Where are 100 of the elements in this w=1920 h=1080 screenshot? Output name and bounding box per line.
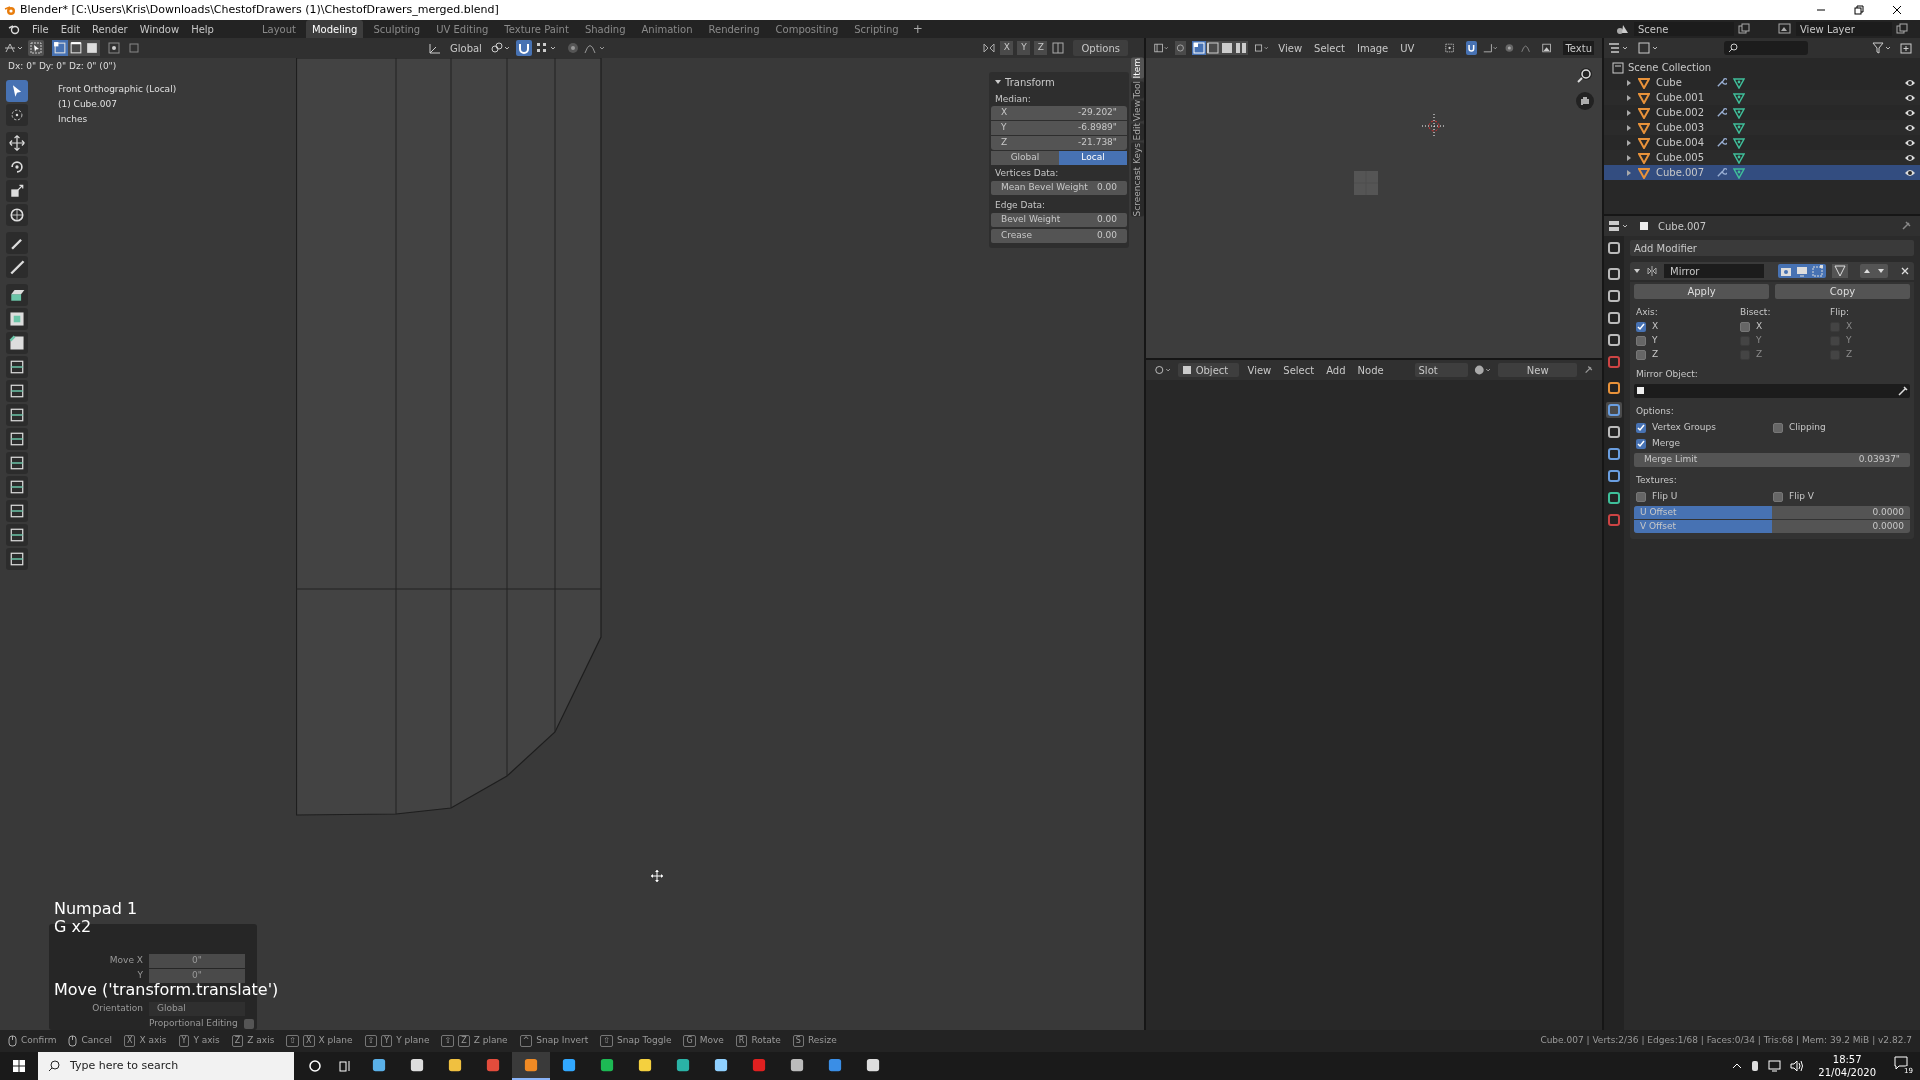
link-icon[interactable]	[489, 42, 512, 54]
copy-icon[interactable]	[1896, 23, 1908, 35]
sidebar-tab[interactable]: Edit	[1130, 123, 1144, 141]
select-tool-icon[interactable]	[28, 40, 44, 56]
expand-arrow-icon[interactable]	[1626, 169, 1632, 176]
collapse-arrow-icon[interactable]	[995, 79, 1001, 85]
menu-item[interactable]: Node	[1354, 362, 1387, 378]
menu-item[interactable]: Render	[88, 21, 132, 37]
checkbox[interactable]	[1636, 349, 1646, 360]
mesh-data-icon[interactable]	[1733, 121, 1745, 134]
modifier-visibility-icon[interactable]	[1794, 264, 1810, 278]
extrude-tool-icon[interactable]	[6, 284, 28, 306]
options-dropdown[interactable]: Options	[1073, 40, 1128, 56]
workspace-tab[interactable]: Rendering	[702, 20, 766, 38]
app-icon[interactable]	[512, 1052, 550, 1080]
view-layer-field[interactable]: View Layer	[1796, 22, 1892, 36]
uv-select-mode-icon[interactable]	[1192, 41, 1207, 55]
uv-select-mode-icon[interactable]	[1220, 41, 1235, 55]
cursor-tool-icon[interactable]	[6, 104, 28, 126]
workspace-tab[interactable]: Sculpting	[367, 20, 427, 38]
checkbox[interactable]	[1773, 491, 1783, 502]
checkbox[interactable]	[1636, 422, 1646, 433]
checkbox[interactable]	[243, 1019, 254, 1029]
menu-item[interactable]: Image	[1353, 40, 1392, 56]
outliner-row[interactable]: Cube.007	[1604, 165, 1920, 180]
add-modifier-dropdown[interactable]: Add Modifier	[1630, 240, 1914, 256]
object-field[interactable]	[1634, 384, 1910, 398]
checkbox[interactable]	[1636, 321, 1646, 332]
menu-item[interactable]: View	[1244, 362, 1275, 378]
image-editor-icon[interactable]	[1154, 42, 1170, 54]
display-mode-icon[interactable]	[1638, 42, 1660, 54]
snap-icon[interactable]	[1482, 42, 1499, 54]
slot-dropdown[interactable]: Slot	[1414, 363, 1469, 377]
volume-icon[interactable]	[1790, 1060, 1805, 1072]
search-field[interactable]	[1724, 41, 1808, 55]
view-layer-icon[interactable]	[1778, 23, 1792, 35]
menu-item[interactable]: UV	[1397, 40, 1418, 56]
eyedropper-icon[interactable]	[1898, 386, 1908, 396]
windows-start-icon[interactable]	[13, 1060, 25, 1072]
object-dropdown[interactable]: Object	[1177, 363, 1239, 377]
usb-icon[interactable]	[1750, 1060, 1761, 1072]
wrench-icon[interactable]	[1716, 167, 1727, 178]
collapse-arrow-icon[interactable]	[1634, 268, 1640, 274]
number-field[interactable]: Y -6.8989"	[991, 121, 1127, 135]
number-field[interactable]: Z -21.738"	[991, 136, 1127, 150]
sidebar-tab[interactable]: Item	[1130, 58, 1144, 79]
expand-arrow-icon[interactable]	[1626, 139, 1632, 146]
sidebar-tab[interactable]: View	[1130, 100, 1144, 122]
menu-item[interactable]: File	[28, 21, 53, 37]
magnet-icon[interactable]	[1466, 41, 1477, 55]
inset-tool-icon[interactable]	[6, 308, 28, 330]
uv-select-mode-icon[interactable]	[1206, 41, 1221, 55]
mesh-data-icon[interactable]	[1733, 106, 1745, 119]
expand-arrow-icon[interactable]	[1626, 109, 1632, 116]
select-mode-icon[interactable]	[68, 40, 84, 56]
slider[interactable]: V Offset 0.0000	[1634, 520, 1910, 533]
clock-date[interactable]: 21/04/2020	[1818, 1066, 1876, 1079]
select-tool-icon[interactable]	[6, 80, 28, 102]
snap-grid-icon[interactable]	[535, 42, 558, 54]
axis-toggle[interactable]: Y	[1017, 41, 1031, 55]
mesh-data-icon[interactable]	[1733, 136, 1745, 149]
menu-item[interactable]: View	[1275, 40, 1306, 56]
new-button[interactable]: New	[1498, 363, 1578, 377]
workspace-tab[interactable]: Shading	[578, 20, 632, 38]
number-field[interactable]: Mean Bevel Weight 0.00	[991, 181, 1127, 195]
transform-tool-icon[interactable]	[6, 204, 28, 226]
image-field[interactable]: Textu	[1563, 41, 1594, 55]
menu-item[interactable]: Help	[187, 21, 218, 37]
outliner-item[interactable]: Scene Collection	[1628, 60, 1712, 75]
orientation-dropdown[interactable]: Global	[149, 1002, 245, 1016]
workspace-tab[interactable]: Texture Paint	[498, 20, 575, 38]
clock-time[interactable]: 18:57	[1832, 1053, 1862, 1066]
scene-field[interactable]: Scene	[1634, 22, 1734, 36]
mesh-data-icon[interactable]	[1733, 76, 1745, 89]
menu-item[interactable]: Select	[1280, 362, 1318, 378]
select-mode-icon[interactable]	[84, 40, 100, 56]
expand-arrow-icon[interactable]	[1626, 124, 1632, 131]
checkbox[interactable]	[1773, 422, 1783, 433]
zoom-icon[interactable]	[1576, 66, 1594, 84]
mesh-data-icon[interactable]	[1733, 166, 1745, 179]
select-mode-icon[interactable]	[52, 40, 68, 56]
space-toggle[interactable]: Local	[1059, 151, 1127, 165]
pivot-icon[interactable]	[106, 40, 122, 56]
modifier-visibility-icon[interactable]	[1810, 264, 1826, 278]
sticky-select-icon[interactable]	[1254, 42, 1270, 54]
menu-item[interactable]: Select	[1311, 40, 1348, 56]
move-tool-icon[interactable]	[6, 132, 28, 154]
mesh-data-icon[interactable]	[1733, 151, 1745, 164]
scale-tool-icon[interactable]	[6, 180, 28, 202]
add-workspace-button[interactable]: +	[908, 20, 927, 38]
workspace-tab[interactable]: Animation	[635, 20, 699, 38]
measure-tool-icon[interactable]	[6, 256, 28, 278]
tray-up-icon[interactable]	[1732, 1061, 1743, 1071]
menu-item[interactable]: Add	[1323, 362, 1349, 378]
number-field[interactable]: X -29.202"	[991, 106, 1127, 120]
close-icon[interactable]	[1892, 5, 1902, 15]
proportional-icon[interactable]	[1504, 41, 1515, 55]
scene-icon[interactable]	[1616, 23, 1630, 35]
sidebar-tab[interactable]: Screencast Keys	[1130, 142, 1144, 217]
outliner-icon[interactable]	[1608, 42, 1630, 54]
